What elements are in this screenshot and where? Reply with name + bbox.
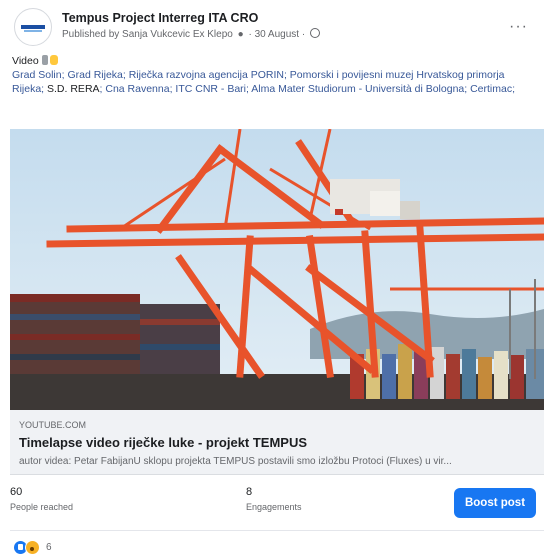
page-avatar[interactable]: [14, 8, 52, 46]
port-crane-image: [10, 129, 544, 410]
page-name[interactable]: Tempus Project Interreg ITA CRO: [62, 11, 258, 25]
wow-icon: [25, 539, 40, 555]
separator: ·: [301, 29, 306, 40]
reaction-count: 6: [46, 541, 52, 553]
link-preview[interactable]: YOUTUBE.COM Timelapse video riječke luke…: [10, 410, 544, 475]
facebook-post: Tempus Project Interreg ITA CRO Publishe…: [0, 0, 544, 556]
link-title[interactable]: Timelapse video riječke luke - projekt T…: [19, 435, 307, 450]
post-date[interactable]: 30 August: [255, 29, 299, 40]
video-thumbnail[interactable]: [10, 129, 544, 410]
post-insights: 60 People reached 8 Engagements Boost po…: [10, 484, 544, 524]
engagements-stat[interactable]: 8 Engagements: [246, 486, 302, 512]
people-reached-stat[interactable]: 60 People reached: [10, 486, 73, 512]
separator: ·: [248, 29, 252, 40]
engagements-label: Engagements: [246, 502, 302, 512]
post-tags-continued[interactable]: ; Cna Ravenna; ITC CNR - Bari; Alma Mate…: [100, 83, 515, 95]
logo-bar: [21, 25, 45, 29]
globe-icon: [309, 28, 320, 38]
published-by[interactable]: Published by Sanja Vukcevic Ex Klepo: [62, 29, 233, 40]
post-meta: Published by Sanja Vukcevic Ex Klepo ● ·…: [62, 28, 320, 40]
info-icon: ●: [237, 29, 244, 40]
link-description: autor videa: Petar FabijanU sklopu proje…: [19, 456, 452, 467]
pin-emoji-icon: [41, 55, 48, 65]
divider: [10, 530, 544, 531]
people-reached-label: People reached: [10, 502, 74, 512]
hand-emoji-icon: [49, 55, 58, 65]
logo-bar-secondary: [24, 30, 42, 32]
post-tag-plain: S.D. RERA: [47, 83, 100, 95]
post-text: Video Grad Solin; Grad Rijeka; Riječka r…: [12, 54, 534, 96]
boost-post-button[interactable]: Boost post: [454, 488, 536, 518]
more-options-button[interactable]: ···: [509, 18, 528, 36]
engagements-value: 8: [246, 486, 253, 498]
reactions-summary[interactable]: 6: [14, 539, 52, 555]
link-domain: YOUTUBE.COM: [19, 420, 87, 430]
post-intro: Video: [12, 55, 39, 67]
people-reached-value: 60: [10, 486, 23, 498]
